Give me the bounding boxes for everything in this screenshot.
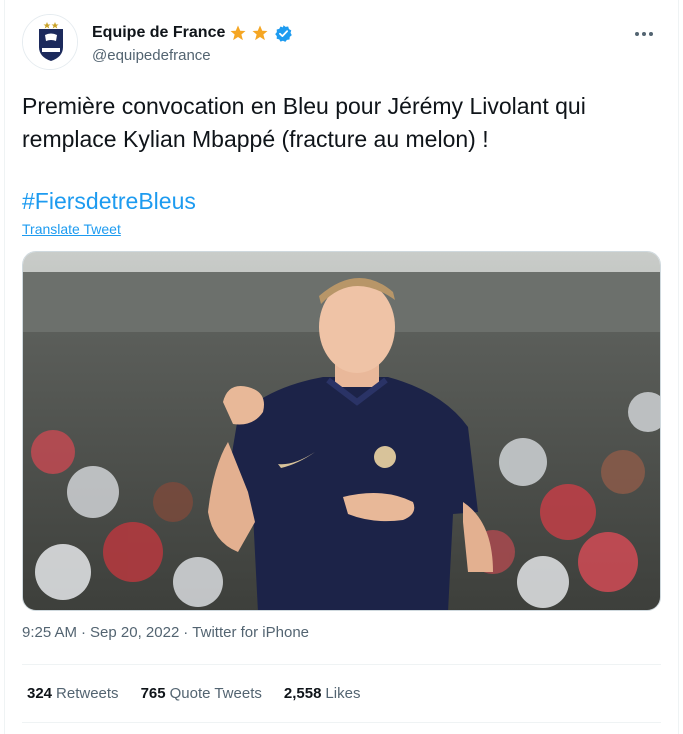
star-icon (252, 25, 268, 41)
quote-tweets-count: 765 (140, 685, 166, 702)
player-photo (23, 252, 660, 610)
meta-separator: · (81, 624, 87, 641)
divider (22, 664, 661, 665)
tweet-header: Equipe de France @equipedefrance (22, 14, 662, 74)
translate-tweet-link[interactable]: Translate Tweet (22, 221, 121, 237)
tweet-time[interactable]: 9:25 AM (22, 624, 77, 641)
tweet-stats: 324 Retweets 765 Quote Tweets 2,558 Likes (27, 685, 360, 702)
retweets-label: Retweets (56, 685, 119, 702)
tweet-meta: 9:25 AM · Sep 20, 2022 · Twitter for iPh… (22, 624, 309, 641)
author-handle[interactable]: @equipedefrance (92, 47, 211, 64)
retweets-count: 324 (27, 685, 53, 702)
author-avatar[interactable] (22, 14, 78, 70)
verified-badge-icon (275, 24, 293, 42)
hashtag-link[interactable]: #FiersdetreBleus (22, 185, 196, 218)
divider (22, 722, 661, 723)
retweets-stat[interactable]: 324 Retweets (27, 685, 119, 702)
author-name-row: Equipe de France (92, 22, 293, 44)
likes-count: 2,558 (283, 685, 322, 702)
tweet-date[interactable]: Sep 20, 2022 (90, 624, 179, 641)
quote-tweets-stat[interactable]: 765 Quote Tweets (141, 685, 262, 702)
author-display-name[interactable]: Equipe de France (92, 24, 225, 42)
fff-crest-icon (23, 15, 77, 69)
star-icon (230, 25, 246, 41)
tweet-source-app[interactable]: Twitter for iPhone (192, 624, 309, 641)
more-options-icon[interactable] (630, 24, 658, 44)
likes-label: Likes (325, 685, 361, 702)
meta-separator: · (183, 624, 189, 641)
likes-stat[interactable]: 2,558 Likes (284, 685, 361, 702)
tweet-text: Première convocation en Bleu pour Jérémy… (22, 93, 586, 152)
quote-tweets-label: Quote Tweets (169, 685, 262, 702)
tweet-photo[interactable] (22, 251, 661, 611)
